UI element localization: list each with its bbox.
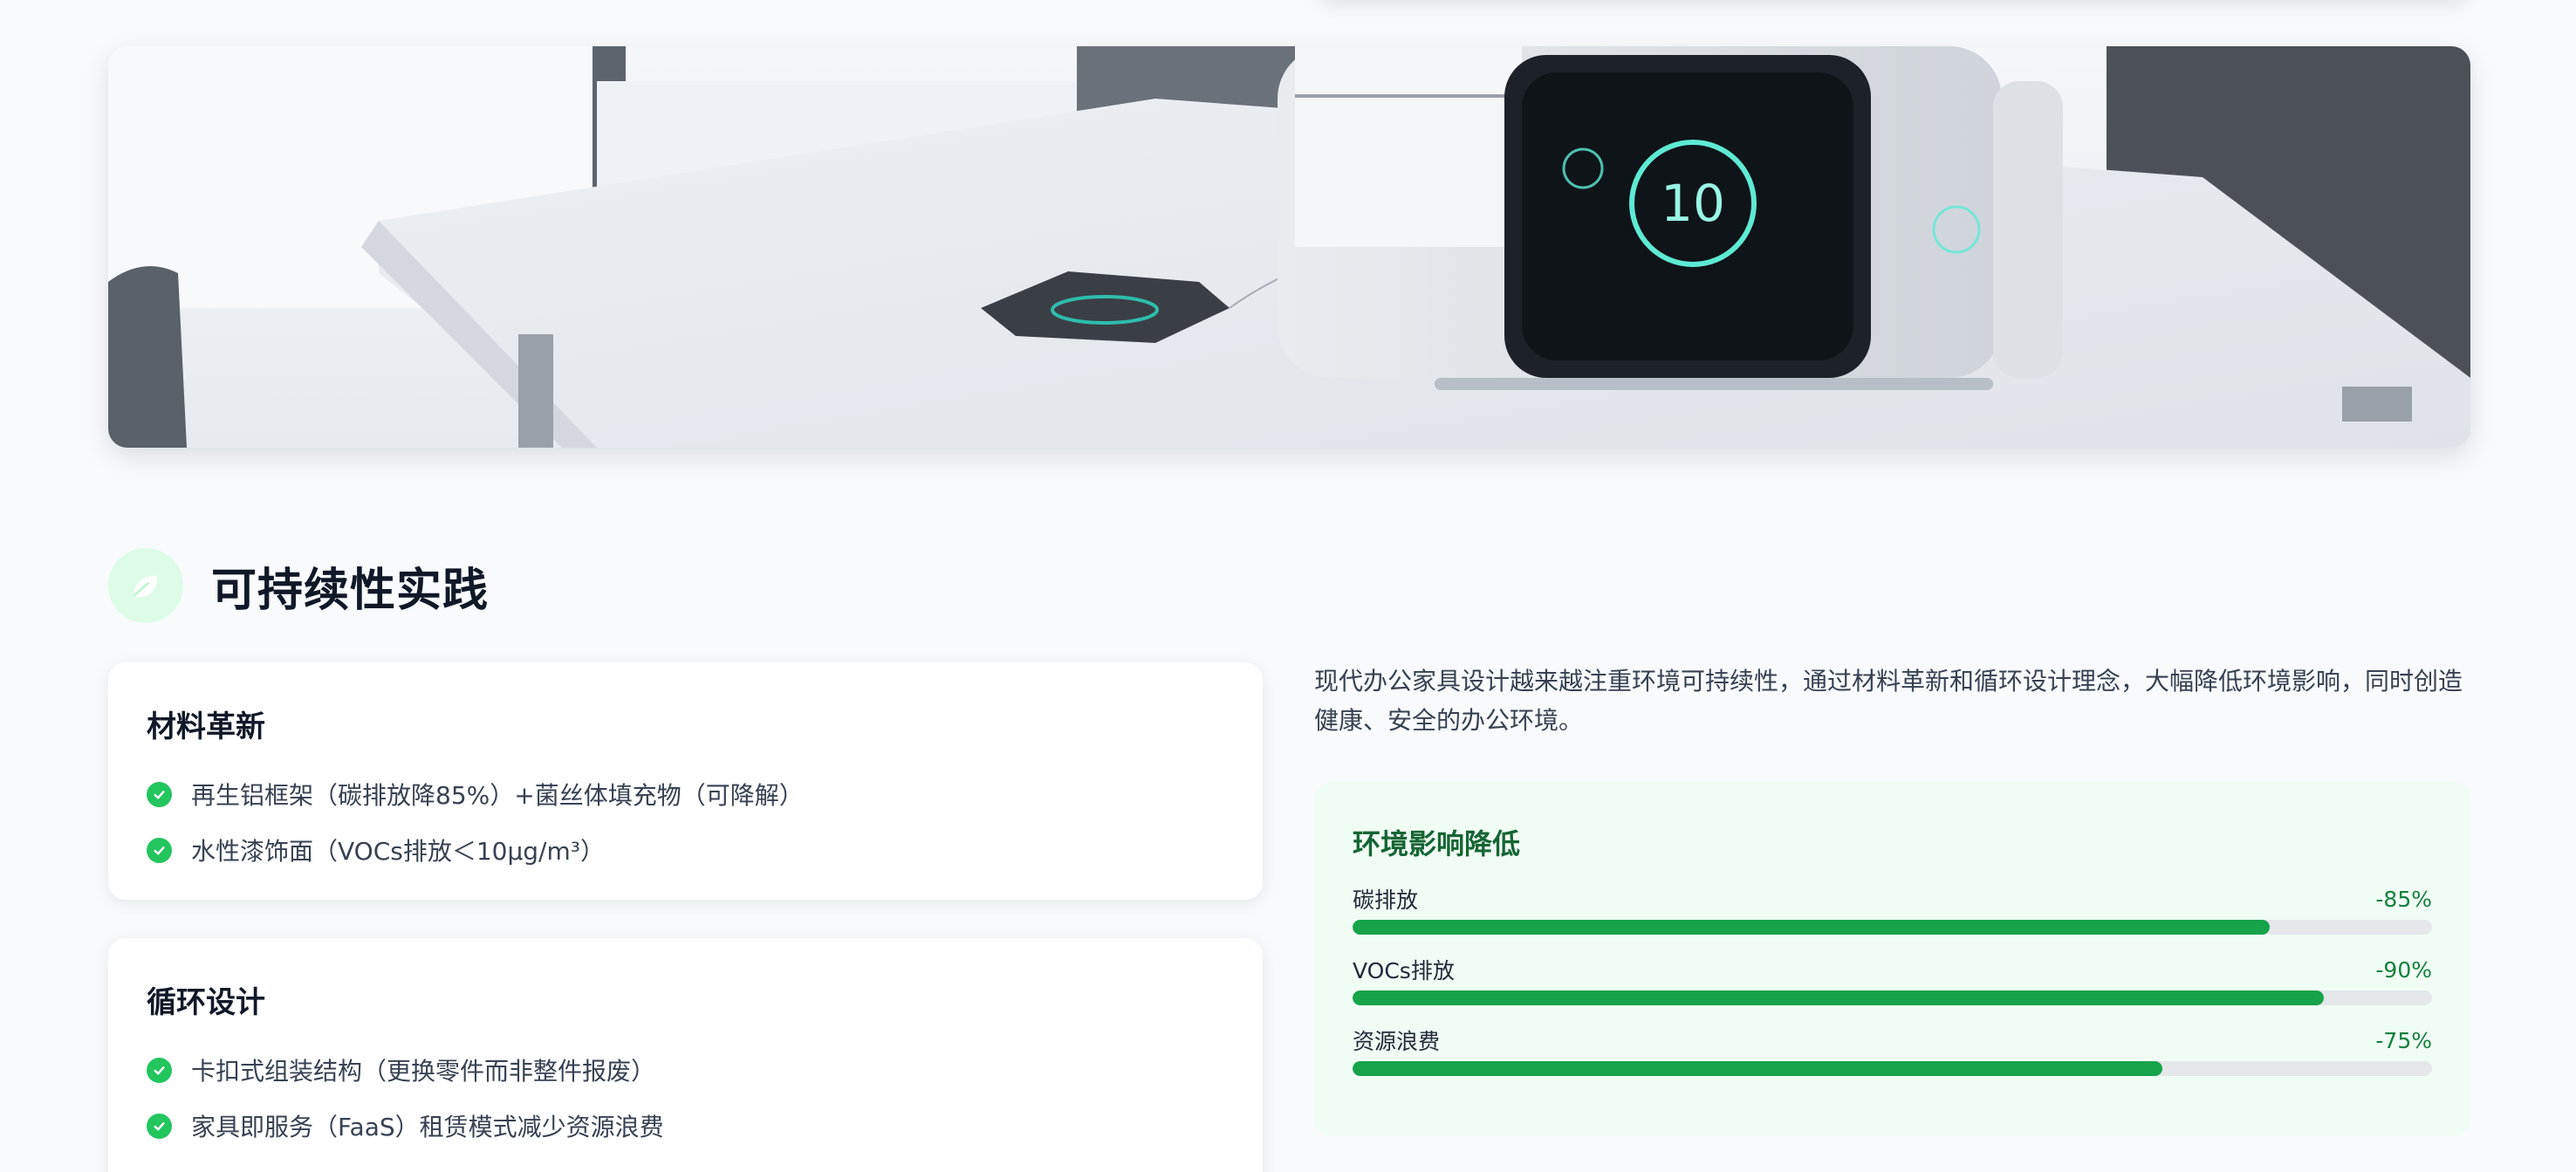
list-item: 水性漆饰面（VOCs排放＜10μg/m³）: [147, 822, 1224, 878]
progress-track: [1353, 920, 2432, 935]
check-icon: [147, 837, 172, 863]
metric-value: -75%: [2375, 1027, 2432, 1053]
list-item: 再生铝框架（碳排放降85%）+菌丝体填充物（可降解）: [147, 766, 1224, 822]
list-item: 卡扣式组装结构（更换零件而非整件报废）: [147, 1042, 1224, 1098]
impact-title: 环境影响降低: [1353, 827, 1521, 860]
list-item-text: 家具即服务（FaaS）租赁模式减少资源浪费: [191, 1113, 664, 1141]
circular-design-card: 循环设计 卡扣式组装结构（更换零件而非整件报废） 家具即服务（FaaS）租赁模式…: [108, 938, 1263, 1172]
metric-value: -90%: [2375, 956, 2432, 983]
device-display-text: 10: [1661, 174, 1725, 233]
progress-track: [1353, 1061, 2432, 1076]
check-icon: [147, 1113, 172, 1139]
card-title: 材料革新: [147, 709, 265, 744]
progress-fill: [1353, 1061, 2162, 1076]
hero-image: 10: [108, 46, 2470, 448]
progress-track: [1353, 990, 2432, 1005]
metric-label: 碳排放: [1353, 888, 1419, 913]
page: 10 可持续性实践 材料革新 再生铝框架（碳排放降85%）+菌丝体填充物（可降解…: [0, 0, 2576, 1172]
intro-paragraph: 现代办公家具设计越来越注重环境可持续性，通过材料革新和循环设计理念，大幅降低环境…: [1314, 667, 2463, 735]
material-innovation-card: 材料革新 再生铝框架（碳排放降85%）+菌丝体填充物（可降解） 水性漆饰面（VO…: [108, 662, 1263, 900]
list-item-text: 水性漆饰面（VOCs排放＜10μg/m³）: [191, 837, 605, 866]
metric-carbon: 碳排放 -85%: [1353, 883, 2432, 935]
list-item-text: 卡扣式组装结构（更换零件而非整件报废）: [191, 1057, 656, 1086]
impact-panel: 环境影响降低 碳排放 -85% VOCs排放 -90% 资源浪费 -75%: [1314, 782, 2470, 1136]
metric-value: -85%: [2375, 886, 2432, 912]
list-item: 家具即服务（FaaS）租赁模式减少资源浪费: [147, 1098, 1224, 1154]
check-icon: [147, 1057, 172, 1083]
section-title: 可持续性实践: [211, 564, 490, 617]
section-header: 可持续性实践: [108, 548, 489, 623]
card-title: 循环设计: [147, 985, 265, 1020]
progress-fill: [1353, 990, 2325, 1005]
metric-vocs: VOCs排放 -90%: [1353, 954, 2432, 1005]
list-item-text: 再生铝框架（碳排放降85%）+菌丝体填充物（可降解）: [191, 781, 804, 810]
metric-label: 资源浪费: [1353, 1029, 1441, 1054]
progress-fill: [1353, 920, 2271, 935]
leaf-icon: [108, 548, 183, 623]
metric-label: VOCs排放: [1353, 958, 1455, 984]
metric-resource-waste: 资源浪费 -75%: [1353, 1025, 2432, 1076]
check-icon: [147, 781, 172, 807]
